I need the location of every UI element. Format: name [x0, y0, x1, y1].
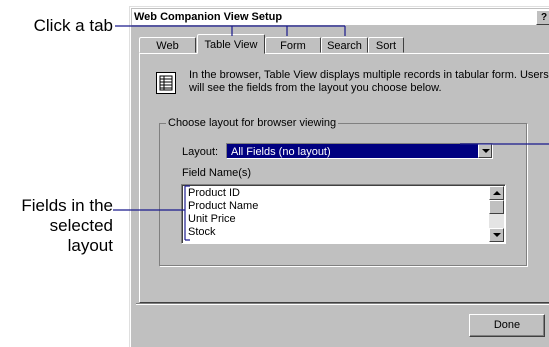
- done-button[interactable]: Done: [469, 314, 545, 337]
- table-view-description: In the browser, Table View displays mult…: [189, 69, 549, 94]
- layout-group: Choose layout for browser viewing Layout…: [159, 117, 527, 266]
- field-names-label: Field Name(s): [182, 167, 252, 179]
- table-icon: [156, 72, 176, 94]
- field-list-scrollbar[interactable]: [489, 186, 504, 242]
- tab-table-view[interactable]: Table View: [197, 34, 265, 54]
- web-companion-view-setup-dialog: Web Companion View Setup ? X Web Style T…: [129, 6, 549, 347]
- callout-fields-line1: Fields in the: [21, 196, 113, 215]
- layout-dropdown-value: All Fields (no layout): [231, 146, 331, 158]
- list-item-product-id[interactable]: Product ID: [188, 186, 240, 200]
- layout-dropdown-button[interactable]: [478, 144, 492, 158]
- chevron-down-icon: [482, 149, 490, 153]
- callout-fields-in-layout: Fields in the selected layout: [0, 196, 113, 256]
- layout-group-label: Choose layout for browser viewing: [166, 117, 339, 130]
- list-item-product-name[interactable]: Product Name: [188, 199, 258, 213]
- arrow-down-icon: [493, 233, 501, 237]
- callout-fields-line3: layout: [67, 236, 113, 255]
- tab-sort[interactable]: Sort: [368, 37, 404, 53]
- scroll-thumb[interactable]: [489, 200, 504, 214]
- help-button[interactable]: ?: [536, 10, 549, 25]
- footer-separator: [136, 303, 549, 305]
- callout-click-tab: Click a tab: [33, 16, 113, 35]
- scroll-up-button[interactable]: [489, 186, 504, 200]
- layout-dropdown[interactable]: All Fields (no layout): [226, 143, 493, 159]
- arrow-up-icon: [493, 191, 501, 195]
- title-bar: Web Companion View Setup ? X: [132, 9, 549, 25]
- tab-web-style[interactable]: Web Style: [139, 37, 196, 68]
- field-names-list[interactable]: Product ID Product Name Unit Price Stock: [181, 184, 506, 244]
- list-item-stock[interactable]: Stock: [188, 225, 216, 239]
- callout-fields-line2: selected: [49, 216, 113, 235]
- tab-search[interactable]: Search: [321, 37, 368, 53]
- window-title: Web Companion View Setup: [134, 11, 283, 23]
- scroll-down-button[interactable]: [489, 228, 504, 242]
- tab-form-view[interactable]: Form View: [265, 37, 321, 68]
- layout-label: Layout:: [182, 146, 219, 158]
- list-item-unit-price[interactable]: Unit Price: [188, 212, 236, 226]
- table-view-panel: In the browser, Table View displays mult…: [139, 53, 549, 303]
